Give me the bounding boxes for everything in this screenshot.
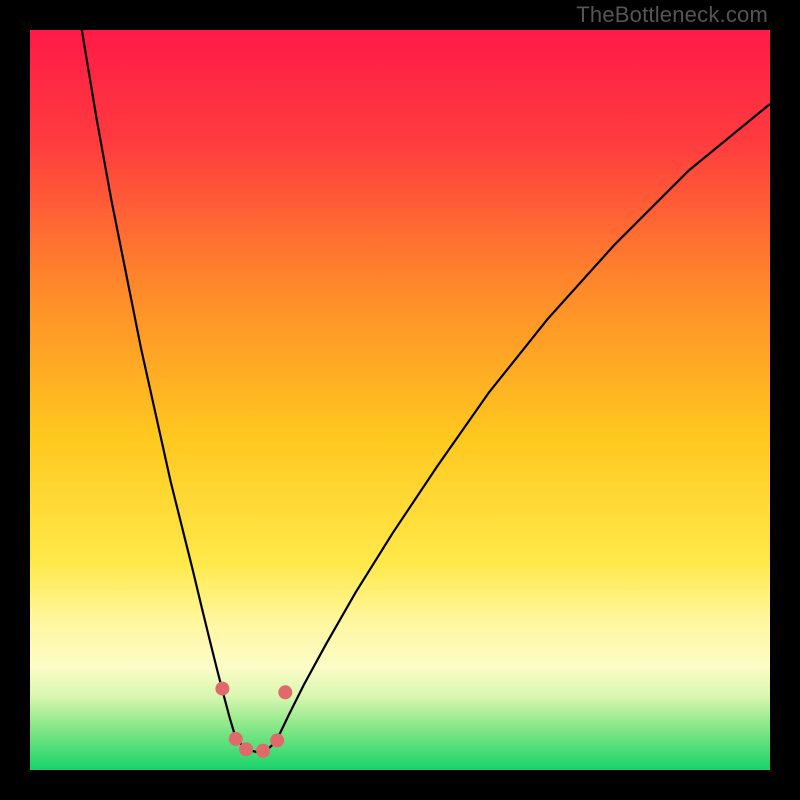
bottleneck-chart — [30, 30, 770, 770]
valley-marker — [239, 742, 253, 756]
chart-frame — [30, 30, 770, 770]
watermark-text: TheBottleneck.com — [576, 2, 768, 28]
valley-marker — [256, 744, 270, 758]
valley-marker — [270, 733, 284, 747]
valley-marker — [229, 732, 243, 746]
valley-marker — [215, 682, 229, 696]
gradient-background — [30, 30, 770, 770]
valley-marker — [278, 685, 292, 699]
